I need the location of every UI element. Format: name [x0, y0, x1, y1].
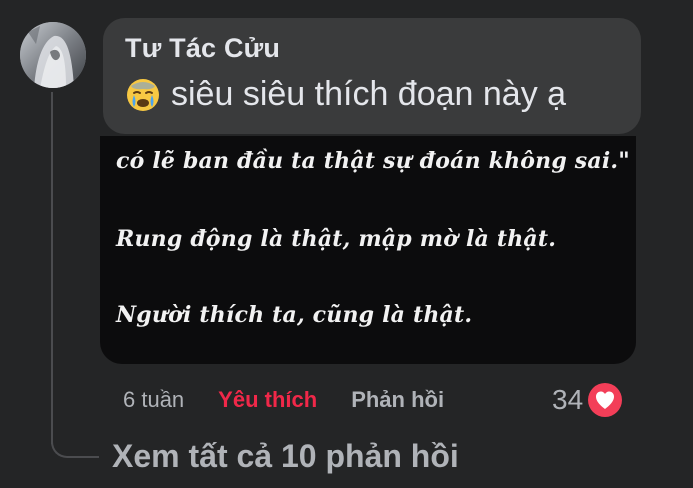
reaction-summary[interactable]: 34 [552, 380, 626, 420]
heart-icon [585, 380, 626, 420]
avatar-image [20, 22, 86, 88]
crying-face-icon [127, 79, 159, 111]
reply-button[interactable]: Phản hồi [351, 387, 444, 413]
reaction-count: 34 [552, 384, 584, 415]
comment-bubble: Tư Tác Cửu siêu siêu thích đoạn này ạ [103, 18, 641, 134]
comment-timestamp[interactable]: 6 tuần [123, 387, 184, 413]
attachment-text-line: Người thích ta, cũng là thật. [116, 302, 473, 328]
comment-attachment-image[interactable]: có lẽ ban đầu ta thật sự đoán không sai.… [100, 136, 636, 364]
view-all-replies-link[interactable]: Xem tất cả 10 phản hồi [112, 436, 459, 476]
like-button[interactable]: Yêu thích [218, 387, 317, 413]
comment-text: siêu siêu thích đoạn này ạ [171, 75, 567, 113]
attachment-text-line: Rung động là thật, mập mờ là thật. [116, 226, 557, 252]
thread-connector [51, 426, 99, 458]
avatar[interactable] [20, 22, 86, 88]
thread-line [51, 92, 53, 444]
comment-author[interactable]: Tư Tác Cửu [125, 32, 619, 64]
comment-body: siêu siêu thích đoạn này ạ [125, 72, 619, 116]
comment-thread: Tư Tác Cửu siêu siêu thích đoạn này ạ có… [0, 0, 693, 488]
comment-actions: 6 tuần Yêu thích Phản hồi [123, 384, 444, 416]
attachment-text-line: có lẽ ban đầu ta thật sự đoán không sai.… [116, 148, 630, 174]
